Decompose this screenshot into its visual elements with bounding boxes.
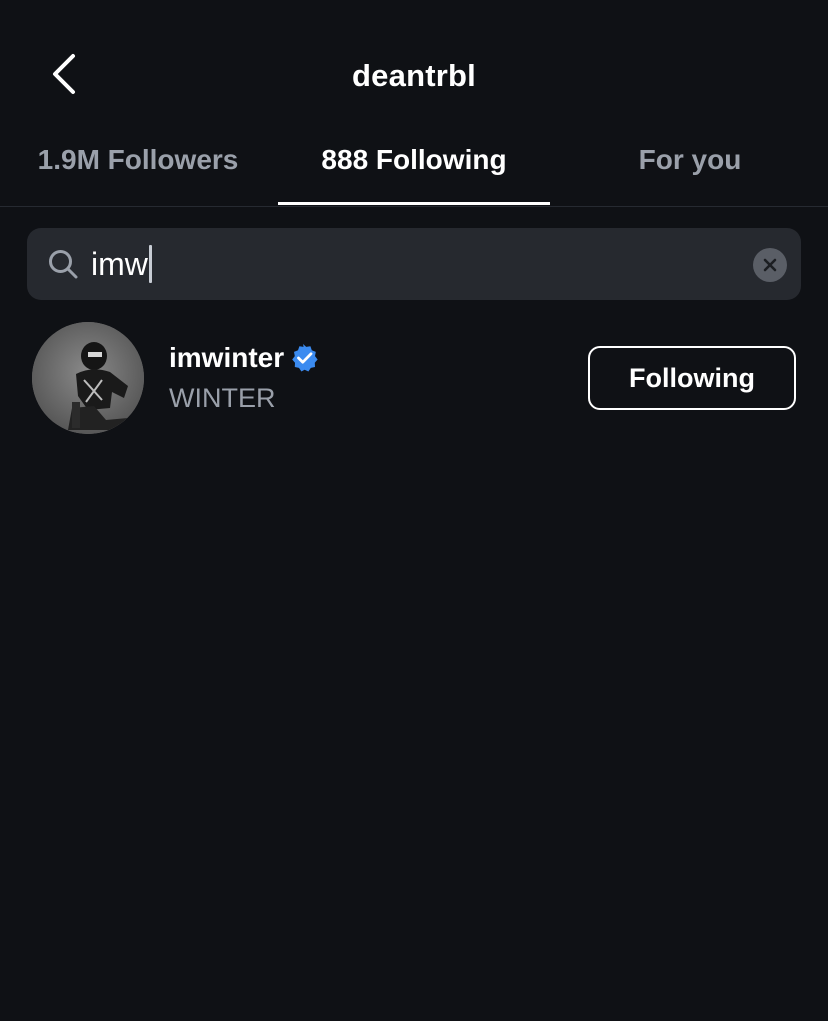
header: deantrbl — [0, 0, 828, 130]
following-button[interactable]: Following — [588, 346, 796, 410]
avatar[interactable] — [32, 322, 144, 434]
search-input-value: imw — [91, 245, 148, 282]
verified-badge-icon — [292, 344, 318, 372]
search-input[interactable]: imw — [91, 242, 152, 286]
username-line: imwinter — [169, 340, 320, 376]
list-item[interactable]: imwinter WINTER Following — [0, 318, 828, 440]
search-bar[interactable]: imw — [27, 228, 801, 300]
active-tab-indicator — [278, 202, 550, 205]
tab-for-you[interactable]: For you — [552, 130, 828, 206]
search-icon — [49, 250, 78, 279]
clear-search-button[interactable] — [753, 248, 787, 282]
tab-following[interactable]: 888 Following — [276, 130, 552, 206]
display-name: WINTER — [169, 383, 276, 413]
tab-bar: 1.9M Followers 888 Following For you — [0, 130, 828, 207]
avatar-photo — [32, 322, 144, 434]
username[interactable]: imwinter — [169, 340, 284, 376]
clear-icon — [763, 258, 777, 272]
page-title: deantrbl — [352, 58, 476, 93]
tab-followers[interactable]: 1.9M Followers — [0, 130, 276, 206]
text-caret — [148, 245, 152, 283]
